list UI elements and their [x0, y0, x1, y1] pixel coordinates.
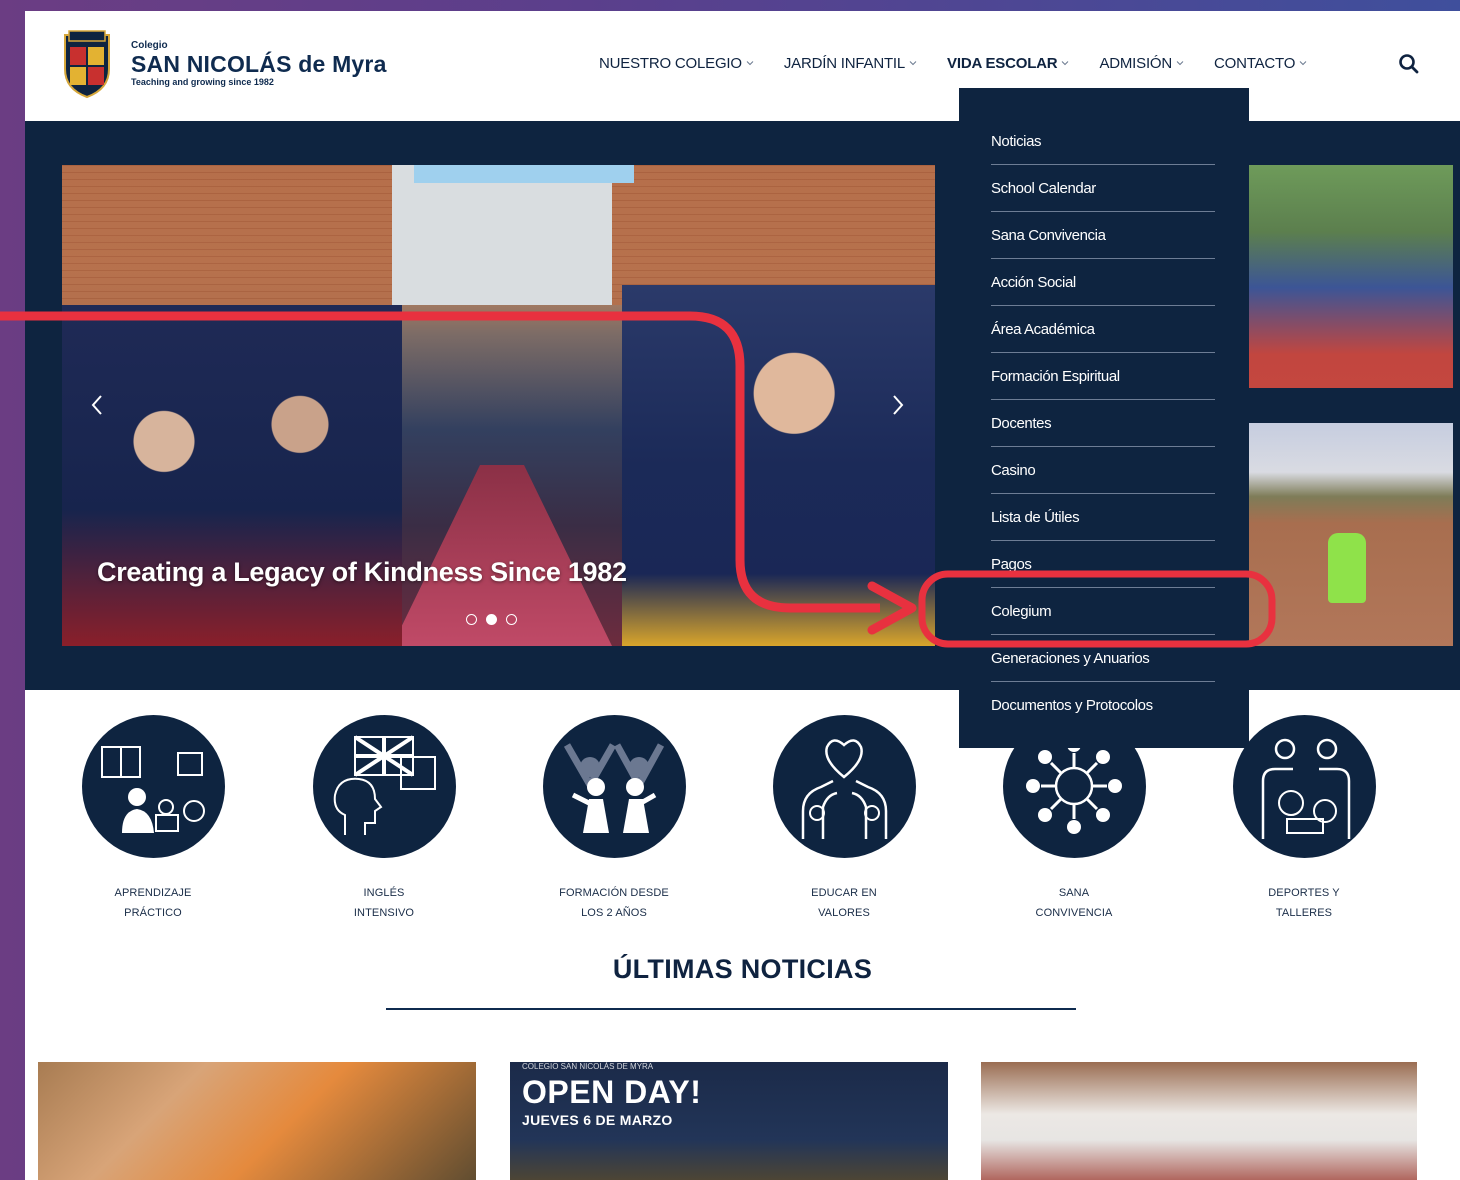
- news-card-1[interactable]: [38, 1062, 476, 1180]
- chevron-down-icon: [1176, 61, 1184, 66]
- news-section-title: ÚLTIMAS NOTICIAS: [612, 954, 873, 984]
- side-image-sports-field: [1248, 423, 1453, 646]
- nav-label: CONTACTO: [1214, 54, 1296, 72]
- heart-hands-icon-svg: [801, 739, 887, 839]
- feature-label-line1: DEPORTES Y: [1268, 887, 1340, 899]
- feature-label-line1: FORMACIÓN DESDE: [559, 887, 669, 899]
- news-card-open-day[interactable]: COLEGIO SAN NICOLÁS DE MYRA OPEN DAY! JU…: [510, 1062, 948, 1180]
- dropdown-item-school-calendar[interactable]: School Calendar: [991, 165, 1215, 212]
- main-nav: NUESTRO COLEGIO JARDÍN INFANTIL VIDA ESC…: [599, 51, 1337, 75]
- nav-label: VIDA ESCOLAR: [947, 54, 1058, 72]
- sports-icon-svg: [1261, 738, 1350, 839]
- dropdown-item-casino[interactable]: Casino: [991, 447, 1215, 494]
- feature-label: SANA CONVIVENCIA: [994, 883, 1154, 923]
- hero-caption: Creating a Legacy of Kindness Since 1982: [97, 557, 627, 587]
- feature-ingles[interactable]: INGLÉS INTENSIVO: [304, 715, 464, 923]
- openday-school-name: COLEGIO SAN NICOLÁS DE MYRA: [522, 1062, 654, 1071]
- chevron-left-icon[interactable]: [87, 390, 107, 420]
- children-crowd-left: [62, 305, 402, 646]
- dropdown-item-documentos-y-protocolos[interactable]: Documentos y Protocolos: [991, 682, 1215, 729]
- logo-tagline: Teaching and growing since 1982: [131, 77, 274, 87]
- sports-icon: [1232, 715, 1376, 858]
- search-icon[interactable]: [1397, 52, 1421, 76]
- news-card-3[interactable]: [981, 1062, 1417, 1180]
- carousel-dot-2[interactable]: [486, 614, 497, 625]
- children-icon: [542, 715, 686, 858]
- feature-label-line2: INTENSIVO: [353, 907, 415, 919]
- page: Colegio SAN NICOLÁS de Myra Teaching and…: [25, 11, 1460, 1180]
- player-graphic: [1328, 533, 1366, 603]
- children-crowd-right: [622, 285, 935, 646]
- feature-label: APRENDIZAJE PRÁCTICO: [73, 883, 233, 923]
- hero-slide-image: Creating a Legacy of Kindness Since 1982: [62, 165, 935, 646]
- nav-label: NUESTRO COLEGIO: [599, 54, 742, 72]
- nav-nuestro-colegio[interactable]: NUESTRO COLEGIO: [599, 55, 754, 72]
- nav-jardin-infantil[interactable]: JARDÍN INFANTIL: [784, 55, 917, 72]
- feature-label-line2: CONVIVENCIA: [1035, 907, 1113, 919]
- school-name-logo[interactable]: Colegio SAN NICOLÁS de Myra Teaching and…: [131, 40, 387, 88]
- english-icon-svg: [333, 735, 436, 835]
- feature-label: EDUCAR EN VALORES: [764, 883, 924, 923]
- dropdown-item-sana-convivencia[interactable]: Sana Convivencia: [991, 212, 1215, 259]
- chevron-down-icon: [746, 61, 754, 66]
- feature-label-line1: APRENDIZAJE: [114, 887, 192, 899]
- chevron-down-icon: [1062, 61, 1069, 66]
- feature-label: FORMACIÓN DESDE LOS 2 AÑOS: [534, 883, 694, 923]
- feature-label-line2: PRÁCTICO: [124, 907, 182, 919]
- dropdown-item-pagos[interactable]: Pagos: [991, 541, 1215, 588]
- logo-school-name: SAN NICOLÁS de Myra: [131, 51, 387, 77]
- dropdown-item-area-academica[interactable]: Área Académica: [991, 306, 1215, 353]
- openday-date: JUEVES 6 DE MARZO: [522, 1112, 673, 1128]
- dropdown-item-docentes[interactable]: Docentes: [991, 400, 1215, 447]
- vida-escolar-dropdown: Noticias School Calendar Sana Convivenci…: [959, 88, 1249, 748]
- carousel-dots: [466, 614, 526, 625]
- children-icon-svg: [563, 743, 664, 833]
- nav-contacto[interactable]: CONTACTO: [1214, 55, 1307, 72]
- feature-label-line1: INGLÉS: [363, 887, 405, 899]
- feature-label-line2: TALLERES: [1275, 907, 1333, 919]
- english-icon: [312, 715, 456, 858]
- dropdown-item-formacion-espiritual[interactable]: Formación Espiritual: [991, 353, 1215, 400]
- logo-small-text: Colegio: [131, 40, 168, 51]
- chevron-right-icon[interactable]: [888, 390, 908, 420]
- dropdown-item-generaciones-y-anuarios[interactable]: Generaciones y Anuarios: [991, 635, 1215, 682]
- chevron-down-icon: [1299, 61, 1307, 66]
- nav-admision[interactable]: ADMISIÓN: [1099, 55, 1184, 72]
- feature-formacion[interactable]: FORMACIÓN DESDE LOS 2 AÑOS: [534, 715, 694, 923]
- chevron-down-icon: [909, 61, 917, 66]
- dropdown-item-accion-social[interactable]: Acción Social: [991, 259, 1215, 306]
- feature-label: INGLÉS INTENSIVO: [304, 883, 464, 923]
- openday-title: OPEN DAY!: [522, 1074, 702, 1110]
- carousel-dot-3[interactable]: [506, 614, 517, 625]
- dropdown-item-noticias[interactable]: Noticias: [991, 118, 1215, 165]
- school-crest-logo[interactable]: [61, 29, 113, 99]
- learning-icon-svg: [100, 746, 205, 833]
- sky-graphic: [414, 165, 634, 183]
- side-image-playground: [1248, 165, 1453, 388]
- news-title-divider: [386, 1008, 1076, 1010]
- feature-valores[interactable]: EDUCAR EN VALORES: [764, 715, 924, 923]
- feature-label-line2: VALORES: [818, 907, 870, 919]
- building-graphic: [392, 165, 612, 305]
- feature-aprendizaje[interactable]: APRENDIZAJE PRÁCTICO: [73, 715, 233, 923]
- dropdown-item-colegium[interactable]: Colegium: [991, 588, 1215, 635]
- nav-label: ADMISIÓN: [1099, 54, 1173, 72]
- dropdown-item-lista-de-utiles[interactable]: Lista de Útiles: [991, 494, 1215, 541]
- carousel-dot-1[interactable]: [466, 614, 477, 625]
- feature-label: DEPORTES Y TALLERES: [1224, 883, 1384, 923]
- feature-label-line2: LOS 2 AÑOS: [581, 907, 647, 919]
- nav-label: JARDÍN INFANTIL: [783, 54, 906, 72]
- feature-label-line1: SANA: [1058, 887, 1090, 899]
- learning-icon: [81, 715, 225, 858]
- nav-vida-escolar[interactable]: VIDA ESCOLAR: [947, 55, 1069, 72]
- heart-hands-icon: [772, 715, 916, 858]
- feature-label-line1: EDUCAR EN: [811, 887, 877, 899]
